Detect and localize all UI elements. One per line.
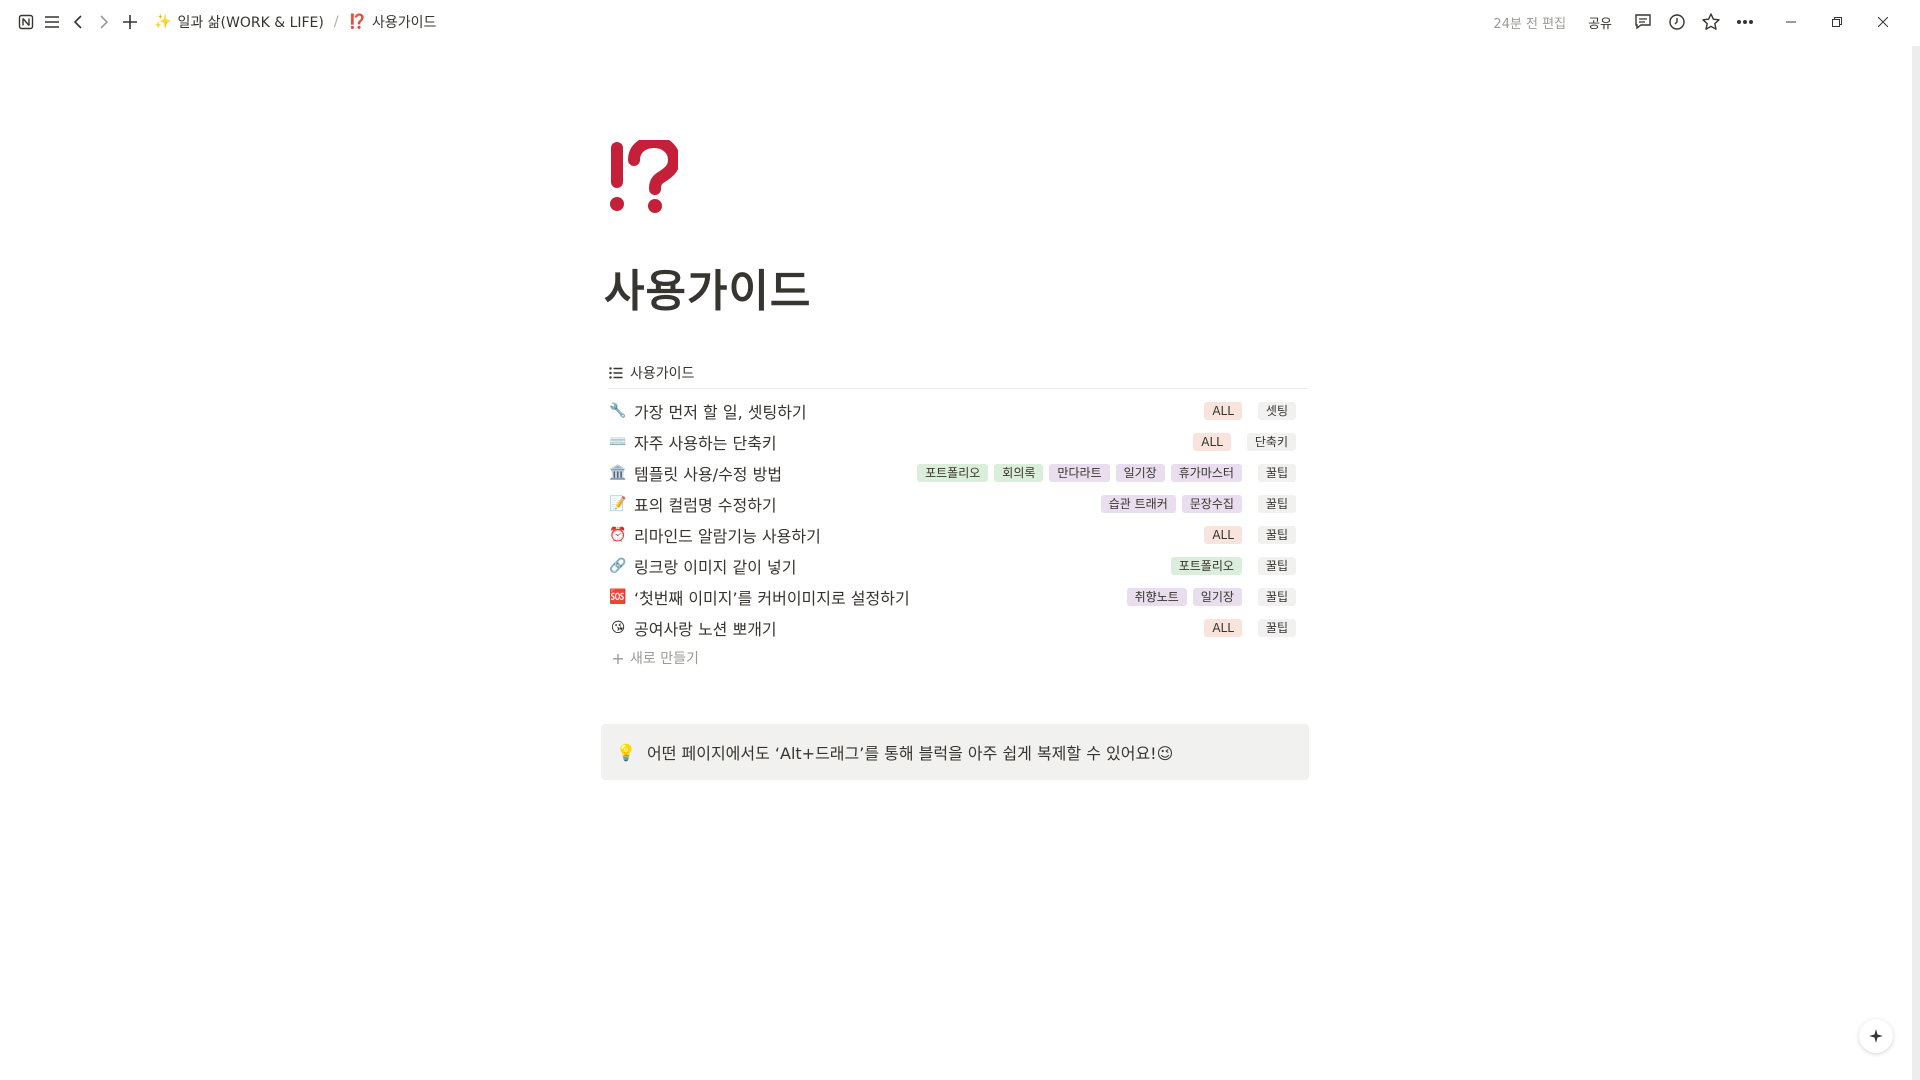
tag-badge: ALL xyxy=(1193,433,1231,451)
row-title[interactable]: ‘첫번째 이미지’를 커버이미지로 설정하기 xyxy=(634,585,910,609)
category-badge: 꿀팁 xyxy=(1257,557,1296,575)
plus-icon: + xyxy=(611,648,625,668)
row-emoji-icon: 🏛️ xyxy=(609,464,627,481)
breadcrumb: ✨ 일과 삶(WORK & LIFE) / ⁉️ 사용가이드 xyxy=(154,12,436,32)
database-list: 🔧 가장 먼저 할 일, 셋팅하기 ALL 셋팅 ⌨️ 자주 사용하는 단축키 ALL 단축키… xyxy=(604,395,1310,673)
row-emoji-icon: 🔧 xyxy=(609,402,627,419)
sidebar-toggle-icon[interactable] xyxy=(40,10,64,34)
new-item-button[interactable]: + 새로 만들기 xyxy=(604,643,1310,673)
list-item[interactable]: ⏰ 리마인드 알람기능 사용하기 ALL 꿀팁 xyxy=(604,519,1310,550)
list-item[interactable]: 🏛️ 템플릿 사용/수정 방법 포트폴리오 회의록 만다라트 일기장 휴가마스터 꿀팁 xyxy=(604,457,1310,488)
list-item[interactable]: 😘 공여사랑 노션 뽀개기 ALL 꿀팁 xyxy=(604,612,1310,643)
top-bar-left: ✨ 일과 삶(WORK & LIFE) / ⁉️ 사용가이드 xyxy=(14,10,436,34)
list-item[interactable]: ⌨️ 자주 사용하는 단축키 ALL 단축키 xyxy=(604,426,1310,457)
callout-block[interactable]: 💡 어떤 페이지에서도 ‘Alt+드래그’를 통해 블럭을 아주 쉽게 복제할 … xyxy=(601,724,1309,780)
list-view-icon xyxy=(608,365,624,381)
sparkles-icon: ✨ xyxy=(154,14,172,30)
clock-history-icon[interactable] xyxy=(1665,10,1689,34)
category-badge: 꿀팁 xyxy=(1257,495,1296,513)
more-options-icon[interactable] xyxy=(1733,10,1757,34)
scrollbar[interactable] xyxy=(1912,46,1920,1080)
row-tags: 습관 트래커 문장수집 꿀팁 xyxy=(1095,495,1296,513)
row-tags: 포트폴리오 회의록 만다라트 일기장 휴가마스터 꿀팁 xyxy=(911,464,1296,482)
exclamation-question-icon: ⁉️ xyxy=(348,14,367,30)
comment-icon[interactable] xyxy=(1631,10,1655,34)
category-badge: 꿀팁 xyxy=(1257,526,1296,544)
category-badge: 꿀팁 xyxy=(1257,619,1296,637)
last-edited-text: 24분 전 편집 xyxy=(1493,16,1567,32)
row-emoji-icon: 📝 xyxy=(609,495,627,512)
tag-badge: ALL xyxy=(1204,619,1242,637)
list-item[interactable]: 📝 표의 컬럼명 수정하기 습관 트래커 문장수집 꿀팁 xyxy=(604,488,1310,519)
row-title[interactable]: 표의 컬럼명 수정하기 xyxy=(634,492,777,516)
close-window-icon[interactable] xyxy=(1860,8,1906,36)
row-tags: 포트폴리오 꿀팁 xyxy=(1165,557,1296,575)
tag-badge: 포트폴리오 xyxy=(1170,557,1242,575)
breadcrumb-parent[interactable]: 일과 삶(WORK & LIFE) xyxy=(177,12,323,32)
tag-badge: 일기장 xyxy=(1115,464,1165,482)
category-badge: 셋팅 xyxy=(1257,402,1296,420)
category-badge: 단축키 xyxy=(1246,433,1296,451)
star-favorite-icon[interactable] xyxy=(1699,10,1723,34)
restore-window-icon[interactable] xyxy=(1814,8,1860,36)
row-emoji-icon: 🆘 xyxy=(609,588,627,605)
row-tags: 취향노트 일기장 꿀팁 xyxy=(1121,588,1296,606)
list-item[interactable]: 🔗 링크랑 이미지 같이 넣기 포트폴리오 꿀팁 xyxy=(604,550,1310,581)
row-emoji-icon: 😘 xyxy=(610,619,626,636)
row-title[interactable]: 템플릿 사용/수정 방법 xyxy=(634,461,782,485)
breadcrumb-current[interactable]: 사용가이드 xyxy=(372,12,436,32)
tag-badge: 포트폴리오 xyxy=(917,464,989,482)
category-badge: 꿀팁 xyxy=(1257,588,1296,606)
list-item[interactable]: 🆘 ‘첫번째 이미지’를 커버이미지로 설정하기 취향노트 일기장 꿀팁 xyxy=(604,581,1310,612)
exclamation-question-mark-icon[interactable] xyxy=(608,135,688,220)
database-view-header: 사용가이드 xyxy=(608,357,1308,389)
row-title[interactable]: 리마인드 알람기능 사용하기 xyxy=(634,523,821,547)
tag-badge: 취향노트 xyxy=(1126,588,1187,606)
tag-badge: 습관 트래커 xyxy=(1100,495,1176,513)
row-title[interactable]: 공여사랑 노션 뽀개기 xyxy=(634,616,777,640)
row-tags: ALL 꿀팁 xyxy=(1198,619,1296,637)
list-item[interactable]: 🔧 가장 먼저 할 일, 셋팅하기 ALL 셋팅 xyxy=(604,395,1310,426)
forward-arrow-icon[interactable] xyxy=(92,10,116,34)
tag-badge: ALL xyxy=(1204,402,1242,420)
new-page-plus-icon[interactable] xyxy=(118,10,142,34)
callout-text[interactable]: 어떤 페이지에서도 ‘Alt+드래그’를 통해 블럭을 아주 쉽게 복제할 수 … xyxy=(647,740,1173,764)
row-emoji-icon: ⏰ xyxy=(609,526,627,543)
top-bar-right: 24분 전 편집 공유 xyxy=(1493,8,1906,36)
back-arrow-icon[interactable] xyxy=(66,10,90,34)
tag-badge: 만다라트 xyxy=(1049,464,1110,482)
tag-badge: ALL xyxy=(1204,526,1242,544)
light-bulb-icon: 💡 xyxy=(616,742,636,762)
row-title[interactable]: 가장 먼저 할 일, 셋팅하기 xyxy=(634,399,807,423)
tag-badge: 회의록 xyxy=(994,464,1044,482)
row-title[interactable]: 링크랑 이미지 같이 넣기 xyxy=(634,554,796,578)
row-tags: ALL 꿀팁 xyxy=(1198,526,1296,544)
row-tags: ALL 단축키 xyxy=(1187,433,1296,451)
database-view-title[interactable]: 사용가이드 xyxy=(630,363,694,383)
minimize-window-icon[interactable] xyxy=(1768,8,1814,36)
new-item-label: 새로 만들기 xyxy=(630,651,699,667)
tag-badge: 일기장 xyxy=(1192,588,1242,606)
notion-logo-icon[interactable] xyxy=(14,10,38,34)
breadcrumb-separator: / xyxy=(333,14,339,30)
tag-badge: 문장수집 xyxy=(1181,495,1242,513)
share-button[interactable]: 공유 xyxy=(1588,13,1612,32)
sparkle-icon xyxy=(1869,1029,1883,1043)
row-title[interactable]: 자주 사용하는 단축키 xyxy=(634,430,777,454)
top-bar: ✨ 일과 삶(WORK & LIFE) / ⁉️ 사용가이드 24분 전 편집 … xyxy=(0,0,1920,44)
row-emoji-icon: ⌨️ xyxy=(609,433,627,450)
row-tags: ALL 셋팅 xyxy=(1198,402,1296,420)
row-emoji-icon: 🔗 xyxy=(609,557,627,574)
tag-badge: 휴가마스터 xyxy=(1170,464,1242,482)
ai-sparkle-button[interactable] xyxy=(1859,1019,1893,1053)
category-badge: 꿀팁 xyxy=(1257,464,1296,482)
page-title[interactable]: 사용가이드 xyxy=(604,255,811,319)
